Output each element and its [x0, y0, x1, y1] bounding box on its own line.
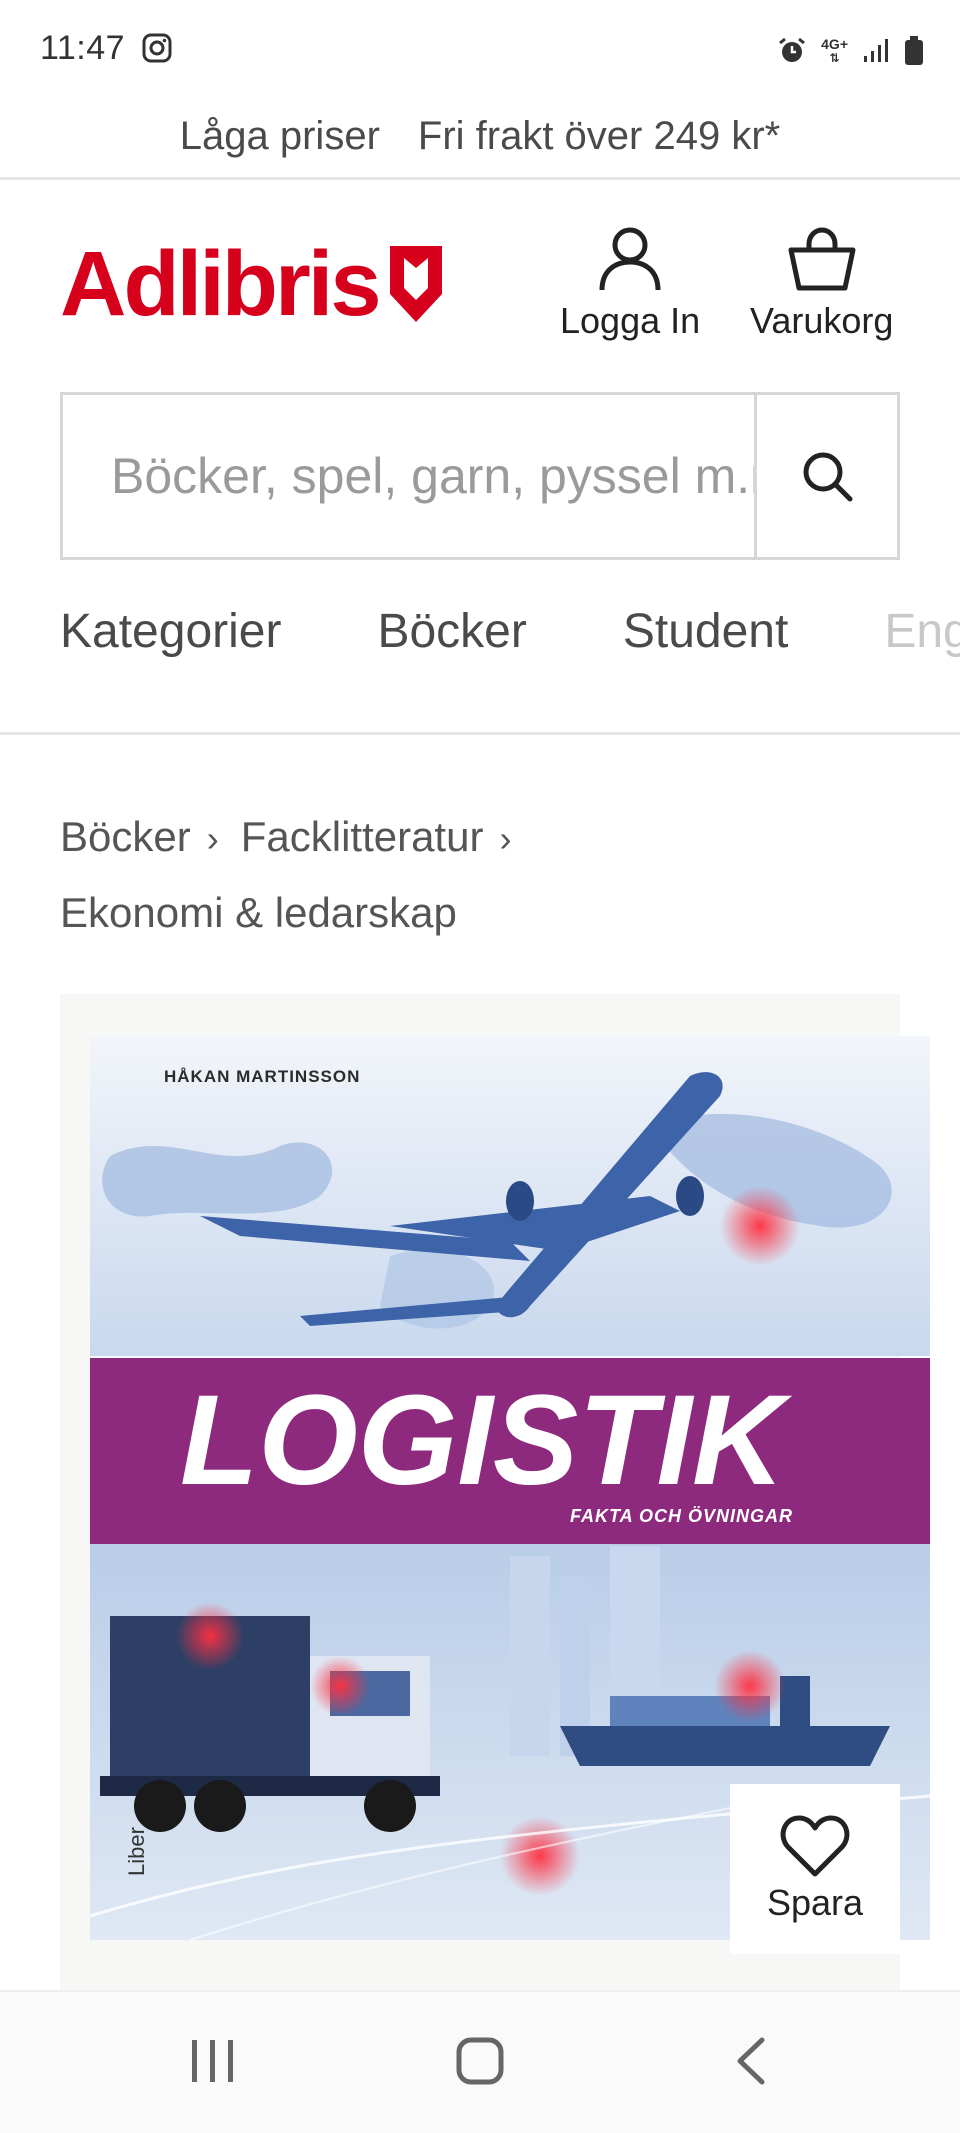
adlibris-logo[interactable]: Adlibris: [60, 238, 444, 330]
cover-publisher: Liber: [124, 1827, 149, 1876]
save-label: Spara: [766, 1882, 864, 1923]
shield-logo-icon: [390, 246, 443, 322]
promo-low-prices: Låga priser: [179, 114, 380, 158]
breadcrumb-facklitteratur[interactable]: Facklitteratur: [241, 813, 484, 860]
signal-icon: [864, 39, 888, 62]
nav-item-bocker[interactable]: Böcker: [377, 604, 526, 684]
search-button[interactable]: [754, 395, 897, 557]
breadcrumb: Böcker › Facklitteratur › Ekonomi & ledarsk…: [60, 800, 900, 950]
battery-icon: [905, 36, 923, 65]
basket-icon: [788, 227, 856, 291]
search-icon: [803, 452, 853, 502]
cover-author: HÅKAN MARTINSSON: [164, 1067, 360, 1086]
status-icons: 4G+ ⇅: [777, 36, 924, 66]
status-time: 11:47: [40, 28, 126, 67]
header-divider: [0, 732, 960, 735]
breadcrumb-bocker[interactable]: Böcker: [60, 813, 191, 860]
promo-strip: Låga priser Fri frakt över 249 kr*: [0, 96, 960, 180]
cover-title: LOGISTIK: [180, 1369, 793, 1512]
status-bar: 11:47 4G+ ⇅: [0, 0, 960, 96]
login-label: Logga In: [560, 300, 701, 341]
user-icon: [599, 227, 661, 291]
home-icon[interactable]: [455, 2036, 505, 2086]
nav-item-engelska[interactable]: Engelska: [884, 604, 960, 684]
search-bar: [60, 392, 900, 560]
login-button[interactable]: Logga In: [560, 226, 700, 342]
back-icon[interactable]: [730, 2036, 770, 2086]
logo-text: Adlibris: [60, 233, 381, 335]
instagram-icon: [142, 33, 172, 63]
chevron-right-icon: ›: [499, 818, 512, 859]
nav-item-student[interactable]: Student: [623, 604, 788, 684]
alarm-icon: [779, 37, 806, 62]
cart-label: Varukorg: [750, 300, 894, 341]
cover-subtitle: FAKTA OCH ÖVNINGAR: [570, 1506, 793, 1526]
category-nav: Kategorier Böcker Student Engelska: [60, 604, 960, 684]
heart-icon: [780, 1815, 850, 1877]
chevron-right-icon: ›: [206, 818, 219, 859]
network-indicator: 4G+ ⇅: [821, 36, 848, 65]
cart-button[interactable]: Varukorg: [750, 226, 893, 342]
system-nav-bar: [0, 1990, 960, 2133]
save-button[interactable]: Spara: [730, 1784, 900, 1954]
breadcrumb-ekonomi[interactable]: Ekonomi & ledarskap: [60, 889, 457, 936]
recent-apps-icon[interactable]: [188, 2036, 238, 2086]
nav-item-kategorier[interactable]: Kategorier: [60, 604, 281, 684]
promo-free-shipping: Fri frakt över 249 kr*: [417, 114, 781, 158]
search-input[interactable]: [63, 395, 754, 557]
